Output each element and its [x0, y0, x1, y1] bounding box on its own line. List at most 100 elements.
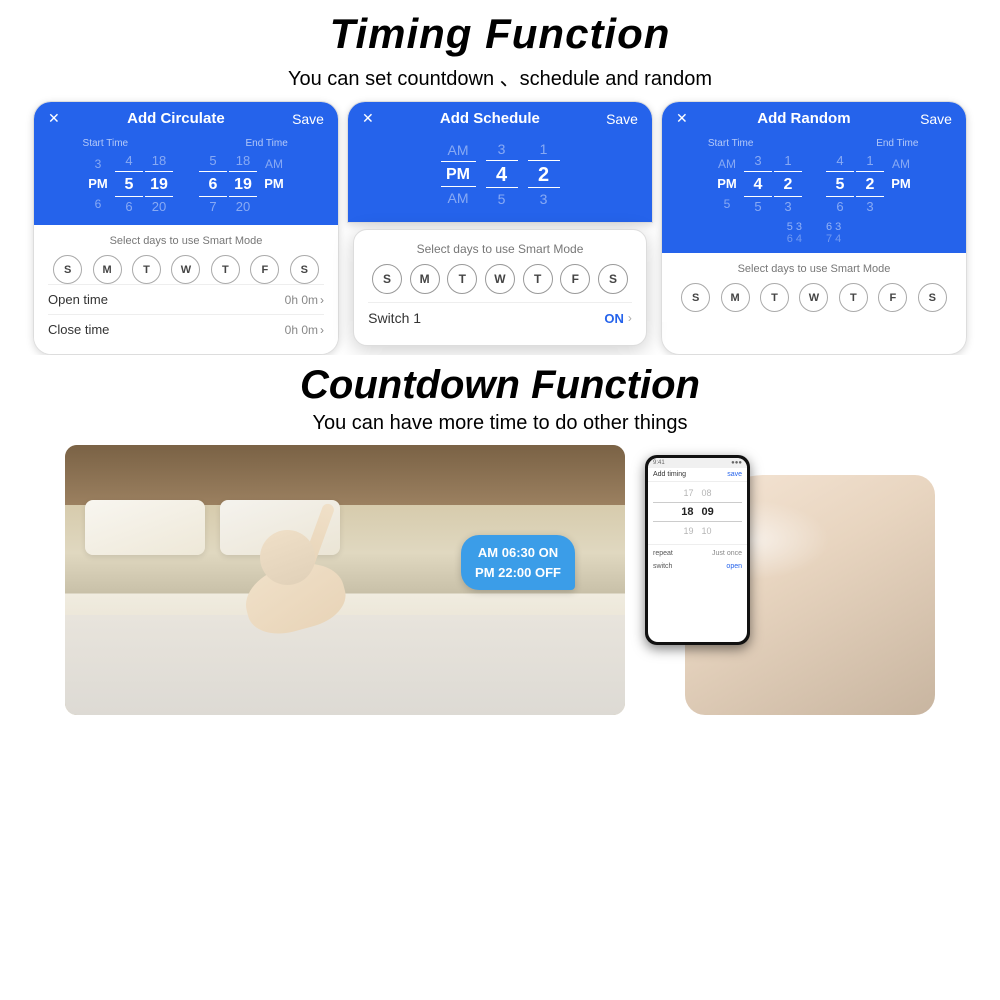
switch-label: Switch 1	[368, 310, 421, 326]
mini-time-row-sel: 18 09	[653, 502, 742, 522]
save-button[interactable]: Save	[292, 111, 324, 127]
phone-circulate-title: Add Circulate	[127, 110, 225, 127]
day-S1[interactable]: S	[53, 255, 82, 284]
days-row-1: S M T W T F S	[48, 255, 324, 284]
mini-app-header: Add timing save	[648, 468, 747, 482]
phone-random-header: ✕ Add Random Save	[662, 102, 966, 134]
rand-extra-row2: 6 4 7 4	[670, 233, 958, 245]
rand-end-label: End Time	[857, 138, 937, 149]
rand-left-m: 1 2 3	[774, 151, 802, 217]
pillow-left	[85, 500, 205, 555]
rand-day-T2[interactable]: T	[839, 283, 868, 312]
day-W1[interactable]: W	[171, 255, 200, 284]
switch-on-area[interactable]: ON ›	[604, 311, 632, 326]
mini-divider	[648, 544, 747, 545]
speech-bubble: AM 06:30 ON PM 22:00 OFF	[461, 535, 575, 590]
sched-ampm: AM PM AM	[441, 139, 476, 209]
speech-line2: PM 22:00 OFF	[475, 563, 561, 583]
rand-day-W[interactable]: W	[799, 283, 828, 312]
popup-day-T2[interactable]: T	[523, 264, 553, 294]
left-ampm: 3 PM 6	[83, 154, 113, 214]
popup-smart-label: Select days to use Smart Mode	[368, 242, 632, 256]
bottom-section: Countdown Function You can have more tim…	[0, 355, 1000, 715]
start-time-label: Start Time	[65, 138, 145, 149]
rand-day-M[interactable]: M	[721, 283, 750, 312]
mini-phone-screen: 9:41 ●●● Add timing save 17 08	[648, 458, 747, 642]
popup-day-S2[interactable]: S	[598, 264, 628, 294]
phones-row: ✕ Add Circulate Save Start Time End Time	[0, 101, 1000, 355]
left-mins: 18 19 20	[145, 151, 173, 217]
mini-time-row-1: 17 08	[653, 486, 742, 500]
sched-hours: 3 4 5	[486, 138, 518, 210]
rand-left-ampm: AM PM 5	[712, 154, 742, 214]
chevron-right-icon-2: ›	[320, 323, 324, 337]
smart-mode-label-1: Select days to use Smart Mode	[48, 235, 324, 247]
rand-day-S[interactable]: S	[681, 283, 710, 312]
sheet	[65, 615, 625, 715]
schedule-time-picker: AM PM AM 3 4 5 1 2	[356, 138, 644, 210]
rand-extra-row: 5 3 6 3	[670, 221, 958, 233]
day-T1[interactable]: T	[132, 255, 161, 284]
day-M1[interactable]: M	[93, 255, 122, 284]
rand-day-S2[interactable]: S	[918, 283, 947, 312]
page-subtitle: You can set countdown 、schedule and rand…	[288, 62, 712, 91]
phone-schedule-title: Add Schedule	[440, 110, 540, 127]
schedule-blue-body: AM PM AM 3 4 5 1 2	[348, 134, 652, 222]
phone-schedule-header: ✕ Add Schedule Save	[348, 102, 652, 134]
phone-random: ✕ Add Random Save Start Time End Time AM	[661, 101, 967, 355]
rand-day-F[interactable]: F	[878, 283, 907, 312]
popup-day-W[interactable]: W	[485, 264, 515, 294]
rand-day-T[interactable]: T	[760, 283, 789, 312]
phone-schedule-wrapper: ✕ Add Schedule Save AM PM AM	[347, 101, 653, 355]
schedule-popup: Select days to use Smart Mode S M T W T …	[353, 229, 647, 346]
popup-day-M[interactable]: M	[410, 264, 440, 294]
rand-right-h: 4 5 6	[826, 151, 854, 217]
switch-on-val: ON	[604, 311, 624, 326]
day-F1[interactable]: F	[250, 255, 279, 284]
open-label: Open time	[48, 292, 108, 307]
close-icon-2[interactable]: ✕	[362, 110, 374, 127]
mini-switch-label: switch	[653, 563, 672, 570]
person-head	[260, 530, 315, 585]
random-white-body: Select days to use Smart Mode S M T W T …	[662, 253, 966, 322]
mini-header-left: Add timing	[653, 471, 686, 478]
close-icon-3[interactable]: ✕	[676, 110, 688, 127]
mini-phone-frame: 9:41 ●●● Add timing save 17 08	[645, 455, 750, 645]
rand-right-m: 1 2 3	[856, 151, 884, 217]
mini-switch-val: open	[726, 563, 742, 570]
popup-days-row: S M T W T F S	[368, 264, 632, 294]
days-row-3: S M T W T F S	[676, 283, 952, 312]
day-S2[interactable]: S	[290, 255, 319, 284]
top-section: Timing Function You can set countdown 、s…	[0, 0, 1000, 355]
speech-line1: AM 06:30 ON	[475, 543, 561, 563]
headboard	[65, 445, 625, 505]
chevron-right-icon-3: ›	[628, 311, 632, 325]
save-button-2[interactable]: Save	[606, 111, 638, 127]
end-time-label: End Time	[227, 138, 307, 149]
close-icon[interactable]: ✕	[48, 110, 60, 127]
close-label: Close time	[48, 322, 109, 337]
mini-time-row-3: 19 10	[653, 524, 742, 538]
bed-photo: AM 06:30 ON PM 22:00 OFF	[65, 445, 625, 715]
popup-day-F[interactable]: F	[560, 264, 590, 294]
chevron-right-icon: ›	[320, 293, 324, 307]
circulate-white-body: Select days to use Smart Mode S M T W T …	[34, 225, 338, 354]
rand-left-h: 3 4 5	[744, 151, 772, 217]
phone-schedule-top: ✕ Add Schedule Save AM PM AM	[347, 101, 653, 223]
day-T2[interactable]: T	[211, 255, 240, 284]
rand-start-label: Start Time	[691, 138, 771, 149]
popup-day-S[interactable]: S	[372, 264, 402, 294]
close-val: 0h 0m ›	[285, 323, 324, 337]
page-title: Timing Function	[330, 10, 671, 58]
sched-mins: 1 2 3	[528, 138, 560, 210]
phone-hand-wrapper: 9:41 ●●● Add timing save 17 08	[635, 445, 935, 715]
phone-circulate-header: ✕ Add Circulate Save	[34, 102, 338, 134]
mini-repeat-val: Just once	[712, 550, 742, 557]
popup-day-T[interactable]: T	[447, 264, 477, 294]
save-button-3[interactable]: Save	[920, 111, 952, 127]
right-hours: 5 6 7	[199, 151, 227, 217]
open-time-row: Open time 0h 0m ›	[48, 284, 324, 314]
smart-mode-label-3: Select days to use Smart Mode	[676, 263, 952, 275]
open-val: 0h 0m ›	[285, 293, 324, 307]
right-mins: 18 19 20	[229, 151, 257, 217]
